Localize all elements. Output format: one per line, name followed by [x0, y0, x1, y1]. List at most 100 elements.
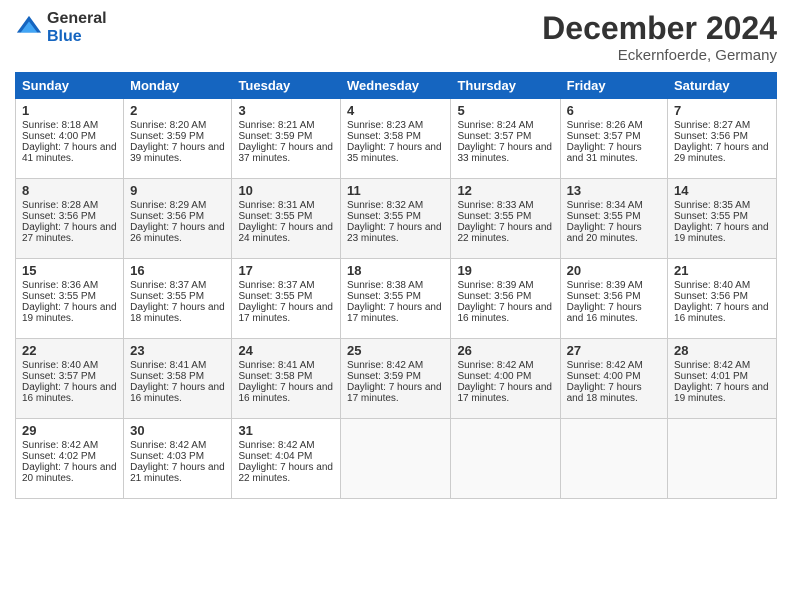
sunrise: Sunrise: 8:39 AM: [457, 280, 533, 291]
daylight: Daylight: 7 hours and 16 minutes.: [567, 302, 642, 324]
daylight: Daylight: 7 hours and 17 minutes.: [457, 382, 552, 404]
table-row: 20 Sunrise: 8:39 AM Sunset: 3:56 PM Dayl…: [560, 259, 667, 339]
col-friday: Friday: [560, 73, 667, 99]
calendar-week-row: 22 Sunrise: 8:40 AM Sunset: 3:57 PM Dayl…: [16, 339, 777, 419]
day-number: 21: [674, 263, 770, 278]
daylight: Daylight: 7 hours and 16 minutes.: [457, 302, 552, 324]
table-row: 9 Sunrise: 8:29 AM Sunset: 3:56 PM Dayli…: [124, 179, 232, 259]
sunrise: Sunrise: 8:38 AM: [347, 280, 423, 291]
sunset: Sunset: 3:58 PM: [238, 371, 312, 382]
sunrise: Sunrise: 8:29 AM: [130, 200, 206, 211]
day-number: 22: [22, 343, 117, 358]
daylight: Daylight: 7 hours and 16 minutes.: [238, 382, 333, 404]
calendar-week-row: 29 Sunrise: 8:42 AM Sunset: 4:02 PM Dayl…: [16, 419, 777, 499]
sunrise: Sunrise: 8:42 AM: [347, 360, 423, 371]
daylight: Daylight: 7 hours and 39 minutes.: [130, 142, 225, 164]
day-number: 31: [238, 423, 334, 438]
sunrise: Sunrise: 8:23 AM: [347, 120, 423, 131]
sunset: Sunset: 4:00 PM: [457, 371, 531, 382]
daylight: Daylight: 7 hours and 29 minutes.: [674, 142, 769, 164]
day-number: 29: [22, 423, 117, 438]
col-monday: Monday: [124, 73, 232, 99]
day-number: 24: [238, 343, 334, 358]
sunrise: Sunrise: 8:42 AM: [567, 360, 643, 371]
sunrise: Sunrise: 8:37 AM: [130, 280, 206, 291]
sunrise: Sunrise: 8:42 AM: [130, 440, 206, 451]
sunrise: Sunrise: 8:36 AM: [22, 280, 98, 291]
sunrise: Sunrise: 8:28 AM: [22, 200, 98, 211]
day-number: 7: [674, 103, 770, 118]
calendar-header-row: Sunday Monday Tuesday Wednesday Thursday…: [16, 73, 777, 99]
day-number: 15: [22, 263, 117, 278]
sunrise: Sunrise: 8:35 AM: [674, 200, 750, 211]
table-row: 28 Sunrise: 8:42 AM Sunset: 4:01 PM Dayl…: [668, 339, 777, 419]
day-number: 6: [567, 103, 661, 118]
day-number: 26: [457, 343, 553, 358]
table-row: 11 Sunrise: 8:32 AM Sunset: 3:55 PM Dayl…: [341, 179, 451, 259]
daylight: Daylight: 7 hours and 20 minutes.: [567, 222, 642, 244]
daylight: Daylight: 7 hours and 17 minutes.: [238, 302, 333, 324]
col-wednesday: Wednesday: [341, 73, 451, 99]
table-row: 25 Sunrise: 8:42 AM Sunset: 3:59 PM Dayl…: [341, 339, 451, 419]
table-row: [451, 419, 560, 499]
sunrise: Sunrise: 8:42 AM: [238, 440, 314, 451]
sunset: Sunset: 3:55 PM: [130, 291, 204, 302]
sunset: Sunset: 3:57 PM: [22, 371, 96, 382]
table-row: 19 Sunrise: 8:39 AM Sunset: 3:56 PM Dayl…: [451, 259, 560, 339]
table-row: 2 Sunrise: 8:20 AM Sunset: 3:59 PM Dayli…: [124, 99, 232, 179]
daylight: Daylight: 7 hours and 31 minutes.: [567, 142, 642, 164]
day-number: 13: [567, 183, 661, 198]
day-number: 19: [457, 263, 553, 278]
logo-blue: Blue: [47, 28, 107, 46]
sunset: Sunset: 4:03 PM: [130, 451, 204, 462]
sunrise: Sunrise: 8:37 AM: [238, 280, 314, 291]
sunrise: Sunrise: 8:40 AM: [22, 360, 98, 371]
col-tuesday: Tuesday: [232, 73, 341, 99]
daylight: Daylight: 7 hours and 18 minutes.: [567, 382, 642, 404]
sunset: Sunset: 3:56 PM: [457, 291, 531, 302]
day-number: 3: [238, 103, 334, 118]
sunset: Sunset: 3:55 PM: [347, 211, 421, 222]
sunset: Sunset: 3:55 PM: [457, 211, 531, 222]
logo-general: General: [47, 10, 107, 28]
table-row: [668, 419, 777, 499]
table-row: [341, 419, 451, 499]
day-number: 25: [347, 343, 444, 358]
sunset: Sunset: 3:55 PM: [238, 211, 312, 222]
day-number: 9: [130, 183, 225, 198]
col-sunday: Sunday: [16, 73, 124, 99]
sunrise: Sunrise: 8:42 AM: [674, 360, 750, 371]
sunrise: Sunrise: 8:42 AM: [22, 440, 98, 451]
calendar-week-row: 8 Sunrise: 8:28 AM Sunset: 3:56 PM Dayli…: [16, 179, 777, 259]
sunset: Sunset: 3:56 PM: [674, 291, 748, 302]
table-row: 14 Sunrise: 8:35 AM Sunset: 3:55 PM Dayl…: [668, 179, 777, 259]
sunset: Sunset: 4:00 PM: [567, 371, 641, 382]
daylight: Daylight: 7 hours and 27 minutes.: [22, 222, 117, 244]
sunrise: Sunrise: 8:18 AM: [22, 120, 98, 131]
daylight: Daylight: 7 hours and 16 minutes.: [130, 382, 225, 404]
table-row: 12 Sunrise: 8:33 AM Sunset: 3:55 PM Dayl…: [451, 179, 560, 259]
logo-text: General Blue: [47, 10, 107, 45]
table-row: 22 Sunrise: 8:40 AM Sunset: 3:57 PM Dayl…: [16, 339, 124, 419]
daylight: Daylight: 7 hours and 17 minutes.: [347, 382, 442, 404]
logo-icon: [15, 14, 43, 42]
table-row: 17 Sunrise: 8:37 AM Sunset: 3:55 PM Dayl…: [232, 259, 341, 339]
logo: General Blue: [15, 10, 107, 45]
daylight: Daylight: 7 hours and 37 minutes.: [238, 142, 333, 164]
daylight: Daylight: 7 hours and 22 minutes.: [238, 462, 333, 484]
day-number: 18: [347, 263, 444, 278]
sunrise: Sunrise: 8:41 AM: [130, 360, 206, 371]
day-number: 23: [130, 343, 225, 358]
day-number: 16: [130, 263, 225, 278]
sunset: Sunset: 3:57 PM: [567, 131, 641, 142]
sunset: Sunset: 3:55 PM: [22, 291, 96, 302]
daylight: Daylight: 7 hours and 35 minutes.: [347, 142, 442, 164]
table-row: 16 Sunrise: 8:37 AM Sunset: 3:55 PM Dayl…: [124, 259, 232, 339]
calendar-page: General Blue December 2024 Eckernfoerde,…: [0, 0, 792, 612]
table-row: 5 Sunrise: 8:24 AM Sunset: 3:57 PM Dayli…: [451, 99, 560, 179]
sunset: Sunset: 3:58 PM: [130, 371, 204, 382]
day-number: 30: [130, 423, 225, 438]
table-row: 1 Sunrise: 8:18 AM Sunset: 4:00 PM Dayli…: [16, 99, 124, 179]
table-row: 15 Sunrise: 8:36 AM Sunset: 3:55 PM Dayl…: [16, 259, 124, 339]
table-row: 24 Sunrise: 8:41 AM Sunset: 3:58 PM Dayl…: [232, 339, 341, 419]
